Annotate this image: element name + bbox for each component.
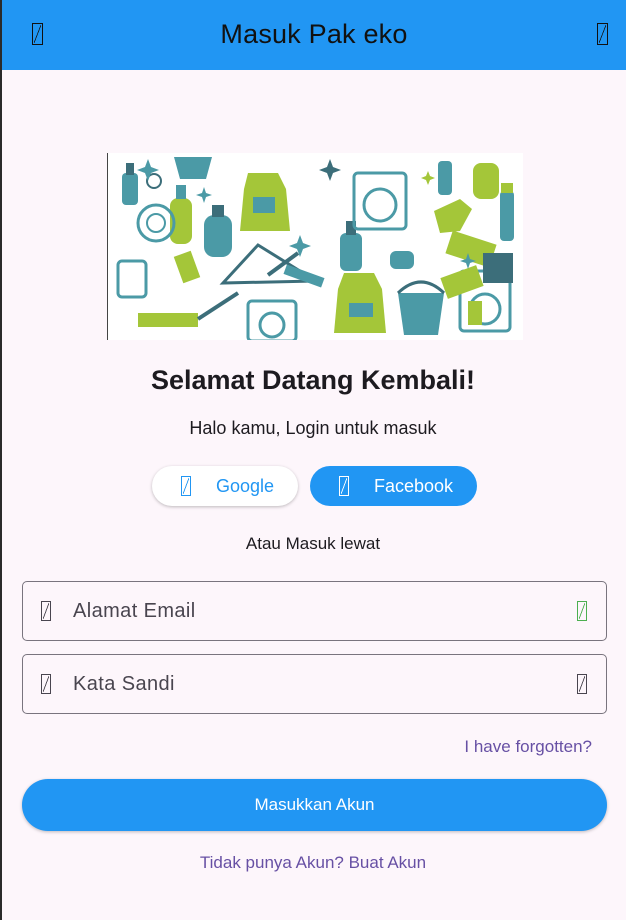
illustration-art [116,157,514,340]
email-input[interactable] [73,582,543,640]
divider-text: Atau Masuk lewat [245,534,381,553]
password-field[interactable] [22,654,607,714]
welcome-subtitle: Halo kamu, Login untuk masuk [189,418,437,438]
app-bar: Masuk Pak eko [2,0,626,70]
email-icon [41,601,51,621]
action-icon[interactable] [597,23,608,45]
welcome-title: Selamat Datang Kembali! [150,365,476,395]
lock-icon [41,674,51,694]
window-edge [0,0,2,920]
facebook-icon [339,476,349,496]
login-button[interactable]: Masukkan Akun [22,779,607,831]
google-icon [181,476,191,496]
facebook-label: Facebook [374,475,454,496]
check-icon [577,601,587,621]
cleaning-supplies-illustration [107,153,523,340]
forgot-password-link[interactable]: I have forgotten? [464,737,592,757]
google-login-button[interactable]: Google [152,466,298,506]
visibility-icon[interactable] [577,674,587,694]
page-title: Masuk Pak eko [220,19,408,49]
google-label: Google [216,475,275,496]
facebook-login-button[interactable]: Facebook [310,466,477,506]
email-field[interactable] [22,581,607,641]
password-input[interactable] [73,655,543,713]
register-link[interactable]: Tidak punya Akun? Buat Akun [0,853,626,873]
